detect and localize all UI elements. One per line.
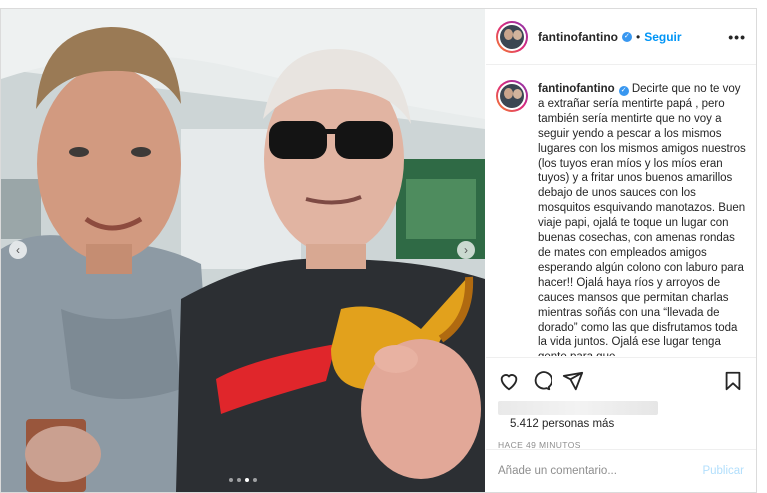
separator-dot: • bbox=[635, 29, 641, 44]
caption-text: Decirte que no te voy a extrañar sería m… bbox=[538, 83, 746, 356]
chevron-left-icon: ‹ bbox=[16, 243, 20, 257]
comment-section: Publicar bbox=[486, 449, 756, 492]
action-icons bbox=[498, 368, 744, 394]
carousel-dot bbox=[237, 478, 241, 482]
follow-button[interactable]: Seguir bbox=[644, 30, 681, 44]
carousel-next-button[interactable]: › bbox=[457, 241, 475, 259]
avatar-image bbox=[500, 84, 524, 108]
comment-input[interactable] bbox=[498, 465, 688, 477]
bookmark-icon[interactable] bbox=[722, 370, 744, 392]
heart-icon[interactable] bbox=[498, 370, 520, 392]
carousel-dot-active bbox=[245, 478, 249, 482]
likes-count[interactable]: 5.412 personas más bbox=[498, 418, 744, 430]
caption-username[interactable]: fantinofantino bbox=[538, 83, 615, 95]
post-side-panel: fantinofantino ✓ • Seguir ••• fantinofan… bbox=[486, 9, 756, 492]
post-photo[interactable]: ‹ › bbox=[1, 9, 485, 492]
publish-button[interactable]: Publicar bbox=[702, 465, 744, 477]
more-icon[interactable]: ••• bbox=[728, 29, 746, 45]
likes-row bbox=[498, 400, 744, 416]
caption: fantinofantino ✓ Decirte que no te voy a … bbox=[538, 82, 746, 356]
caption-section: fantinofantino ✓ Decirte que no te voy a … bbox=[486, 66, 756, 356]
header-username[interactable]: fantinofantino bbox=[538, 30, 618, 44]
instagram-post: ‹ › fantinofantino ✓ • Seguir ••• fantin… bbox=[0, 8, 757, 493]
actions-section: 5.412 personas más HACE 49 MINUTOS bbox=[486, 357, 756, 450]
carousel-prev-button[interactable]: ‹ bbox=[9, 241, 27, 259]
avatar-image bbox=[500, 24, 524, 49]
carousel-dots bbox=[1, 478, 485, 482]
blurred-likers bbox=[498, 401, 658, 415]
share-icon[interactable] bbox=[562, 370, 584, 392]
carousel-dot bbox=[253, 478, 257, 482]
caption-avatar[interactable] bbox=[496, 80, 528, 112]
post-header: fantinofantino ✓ • Seguir ••• bbox=[486, 9, 756, 65]
carousel-dot bbox=[229, 478, 233, 482]
photo-illustration bbox=[1, 9, 485, 492]
chevron-right-icon: › bbox=[464, 243, 468, 257]
avatar[interactable] bbox=[496, 20, 528, 53]
verified-icon: ✓ bbox=[618, 86, 629, 96]
comment-icon[interactable] bbox=[530, 370, 552, 392]
verified-icon: ✓ bbox=[621, 31, 632, 42]
